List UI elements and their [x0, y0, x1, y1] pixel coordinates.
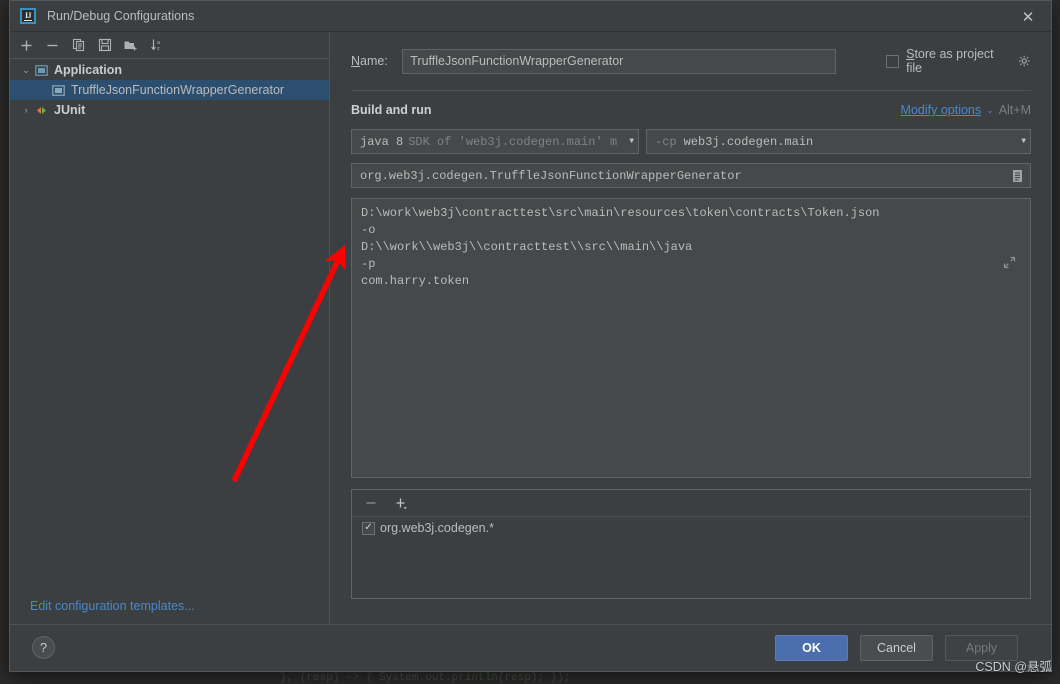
ok-button[interactable]: OK	[775, 635, 848, 661]
tree-node-label: TruffleJsonFunctionWrapperGenerator	[71, 83, 285, 97]
gear-icon[interactable]	[1018, 55, 1031, 68]
configurations-tree: ⌄ Application TruffleJsonFunctionWrapper…	[10, 59, 329, 120]
plus-icon[interactable]	[18, 37, 35, 54]
modify-options-shortcut: Alt+M	[998, 103, 1031, 117]
dialog-title: Run/Debug Configurations	[47, 9, 195, 23]
store-as-project-file-row[interactable]: Store as project file	[886, 47, 1031, 75]
minus-icon[interactable]	[44, 37, 61, 54]
program-arguments-textarea[interactable]: D:\work\web3j\contracttest\src\main\reso…	[351, 198, 1031, 478]
run-debug-configurations-dialog: IJ Run/Debug Configurations ✕ a z ⌄ Appl…	[9, 0, 1052, 672]
application-icon	[50, 82, 66, 98]
cancel-button[interactable]: Cancel	[860, 635, 933, 661]
chevron-down-icon[interactable]: ⌄	[986, 105, 994, 116]
browse-class-icon[interactable]	[1009, 167, 1026, 184]
store-as-project-file-checkbox[interactable]	[886, 54, 900, 68]
plus-icon[interactable]	[393, 495, 409, 511]
junit-icon	[33, 102, 49, 118]
chevron-down-icon[interactable]: ▼	[623, 137, 634, 146]
chevron-right-icon[interactable]: ›	[19, 105, 33, 115]
before-launch-panel: ✓ org.web3j.codegen.*	[351, 489, 1031, 599]
pattern-checkbox[interactable]: ✓	[362, 521, 375, 535]
configuration-editor-panel: Name: Store as project file Build and ru…	[331, 32, 1051, 626]
copy-icon[interactable]	[70, 37, 87, 54]
tree-toolbar: a z	[10, 32, 329, 59]
edit-configuration-templates-link[interactable]: Edit configuration templates...	[30, 599, 195, 613]
jre-select[interactable]: java 8 SDK of 'web3j.codegen.main' m ▼	[351, 129, 639, 154]
tree-node-label: Application	[54, 63, 123, 77]
close-icon[interactable]: ✕	[1017, 7, 1039, 27]
chevron-down-icon[interactable]: ▼	[1015, 137, 1026, 146]
help-button[interactable]: ?	[32, 636, 55, 659]
configurations-tree-panel: a z ⌄ Application TruffleJsonFunctionWra…	[10, 32, 330, 626]
tree-node-label: JUnit	[54, 103, 86, 117]
save-icon[interactable]	[96, 37, 113, 54]
before-launch-toolbar	[352, 490, 1030, 517]
classpath-module-select[interactable]: -cp web3j.codegen.main ▼	[646, 129, 1031, 154]
build-and-run-header: Build and run Modify options ⌄ Alt+M	[351, 95, 1031, 125]
pattern-label: org.web3j.codegen.*	[380, 521, 494, 535]
main-class-field[interactable]: org.web3j.codegen.TruffleJsonFunctionWra…	[351, 163, 1031, 188]
section-header-actions: Modify options ⌄ Alt+M	[901, 103, 1031, 117]
minus-icon[interactable]	[363, 495, 379, 511]
modify-options-link[interactable]: Modify options	[901, 103, 982, 117]
name-row: Name: Store as project file	[351, 47, 1031, 75]
backdrop-code-sliver: }, (resp) -> { System.out.println(resp);…	[280, 672, 571, 684]
expand-icon[interactable]	[1003, 256, 1017, 270]
list-item[interactable]: ✓ org.web3j.codegen.*	[352, 517, 1030, 535]
classpath-module-value: web3j.codegen.main	[683, 134, 814, 149]
jre-select-value: java 8	[360, 134, 404, 149]
tree-node-junit[interactable]: › JUnit	[10, 100, 329, 120]
name-label: Name:	[351, 54, 402, 68]
name-input[interactable]	[402, 48, 837, 74]
classpath-prefix: -cp	[655, 134, 677, 149]
dialog-footer: ? OK Cancel Apply	[10, 624, 1051, 671]
sort-alpha-icon[interactable]: a z	[148, 37, 165, 54]
csdn-watermark: CSDN @悬弧	[975, 660, 1052, 674]
intellij-logo-icon: IJ	[20, 8, 36, 24]
store-as-project-file-label: Store as project file	[906, 47, 1011, 75]
name-label-rest: ame:	[360, 54, 388, 68]
section-divider	[351, 90, 1031, 91]
name-label-accel: N	[351, 54, 361, 68]
main-class-value: org.web3j.codegen.TruffleJsonFunctionWra…	[360, 168, 742, 183]
tree-node-truffle-json-function-wrapper-generator[interactable]: TruffleJsonFunctionWrapperGenerator	[10, 80, 329, 100]
chevron-down-icon[interactable]: ⌄	[19, 65, 33, 76]
folder-add-icon[interactable]	[122, 37, 139, 54]
tree-node-application[interactable]: ⌄ Application	[10, 60, 329, 80]
section-title: Build and run	[351, 103, 432, 117]
svg-text:z: z	[157, 46, 160, 52]
sdk-and-classpath-row: java 8 SDK of 'web3j.codegen.main' m ▼ -…	[351, 129, 1031, 154]
dialog-titlebar: IJ Run/Debug Configurations ✕	[10, 1, 1051, 32]
store-label-rest: tore as project file	[906, 47, 994, 75]
application-icon	[33, 62, 49, 78]
jre-select-detail: SDK of 'web3j.codegen.main' m	[408, 134, 618, 149]
